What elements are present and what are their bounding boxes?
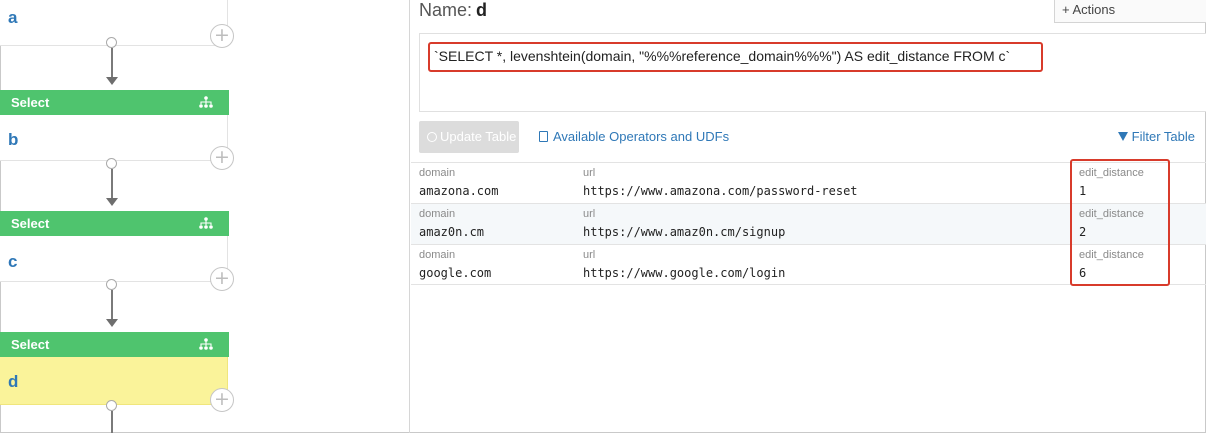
node-label: a <box>8 8 18 27</box>
add-step-button[interactable]: + <box>210 267 234 291</box>
edit-distance-highlight <box>1070 159 1170 286</box>
refresh-icon <box>427 132 437 142</box>
cell-domain: amaz0n.cm <box>419 225 485 239</box>
cell-url: https://www.amazona.com/password-reset <box>583 184 858 198</box>
add-step-button[interactable]: + <box>210 146 234 170</box>
add-step-button[interactable]: + <box>210 24 234 48</box>
pipeline-panel: a + Select b + Select c + Select d + <box>0 0 410 433</box>
name-label: Name: <box>419 0 473 20</box>
node-label: d <box>8 372 19 391</box>
operators-link[interactable]: Available Operators and UDFs <box>539 129 729 144</box>
cell-domain: amazona.com <box>419 184 499 198</box>
column-label: url <box>583 249 596 261</box>
step-label: Select <box>11 337 50 352</box>
arrow-down-icon <box>106 319 118 327</box>
pipeline-node-d[interactable]: d <box>0 357 228 405</box>
cell-url: https://www.amaz0n.cm/signup <box>583 225 786 239</box>
step-label: Select <box>11 216 50 231</box>
cell-domain: google.com <box>419 266 492 280</box>
pipeline-node-b[interactable]: b <box>0 115 228 161</box>
connector-line <box>111 48 113 78</box>
actions-button[interactable]: + Actions <box>1054 0 1206 23</box>
step-label: Select <box>11 95 50 110</box>
connector-line <box>111 169 113 199</box>
add-step-button[interactable]: + <box>210 388 234 412</box>
pipeline-node-c[interactable]: c <box>0 236 228 282</box>
column-label: domain <box>419 249 456 261</box>
arrow-down-icon <box>106 77 118 85</box>
step-select-1[interactable]: Select <box>0 90 229 115</box>
column-label: url <box>583 208 596 220</box>
connector-line <box>111 411 113 433</box>
step-select-3[interactable]: Select <box>0 332 229 357</box>
filter-icon <box>1117 132 1128 141</box>
filter-table-link[interactable]: Filter Table <box>1117 129 1195 144</box>
tree-icon[interactable] <box>199 217 213 229</box>
column-label: url <box>583 167 596 179</box>
column-label: domain <box>419 208 456 220</box>
node-label: c <box>8 252 18 271</box>
operators-link-label: Available Operators and UDFs <box>553 129 730 144</box>
connector-handle[interactable] <box>106 37 117 48</box>
arrow-down-icon <box>106 198 118 206</box>
filter-link-label: Filter Table <box>1131 129 1195 144</box>
connector-handle[interactable] <box>106 400 117 411</box>
connector-handle[interactable] <box>106 279 117 290</box>
connector-handle[interactable] <box>106 158 117 169</box>
update-table-label: Update Table <box>440 129 517 144</box>
book-icon <box>539 131 548 142</box>
column-label: domain <box>419 167 456 179</box>
cell-url: https://www.google.com/login <box>583 266 786 280</box>
step-name: Name: d <box>419 0 487 21</box>
query-text[interactable]: `SELECT *, levenshtein(domain, "%%%refer… <box>428 42 1043 72</box>
connector-line <box>111 290 113 320</box>
update-table-button[interactable]: Update Table <box>419 121 519 153</box>
node-label: b <box>8 130 19 149</box>
step-select-2[interactable]: Select <box>0 211 229 236</box>
tree-icon[interactable] <box>199 338 213 350</box>
name-value[interactable]: d <box>476 0 487 20</box>
table-toolbar: Update Table Available Operators and UDF… <box>419 121 1206 154</box>
tree-icon[interactable] <box>199 96 213 108</box>
